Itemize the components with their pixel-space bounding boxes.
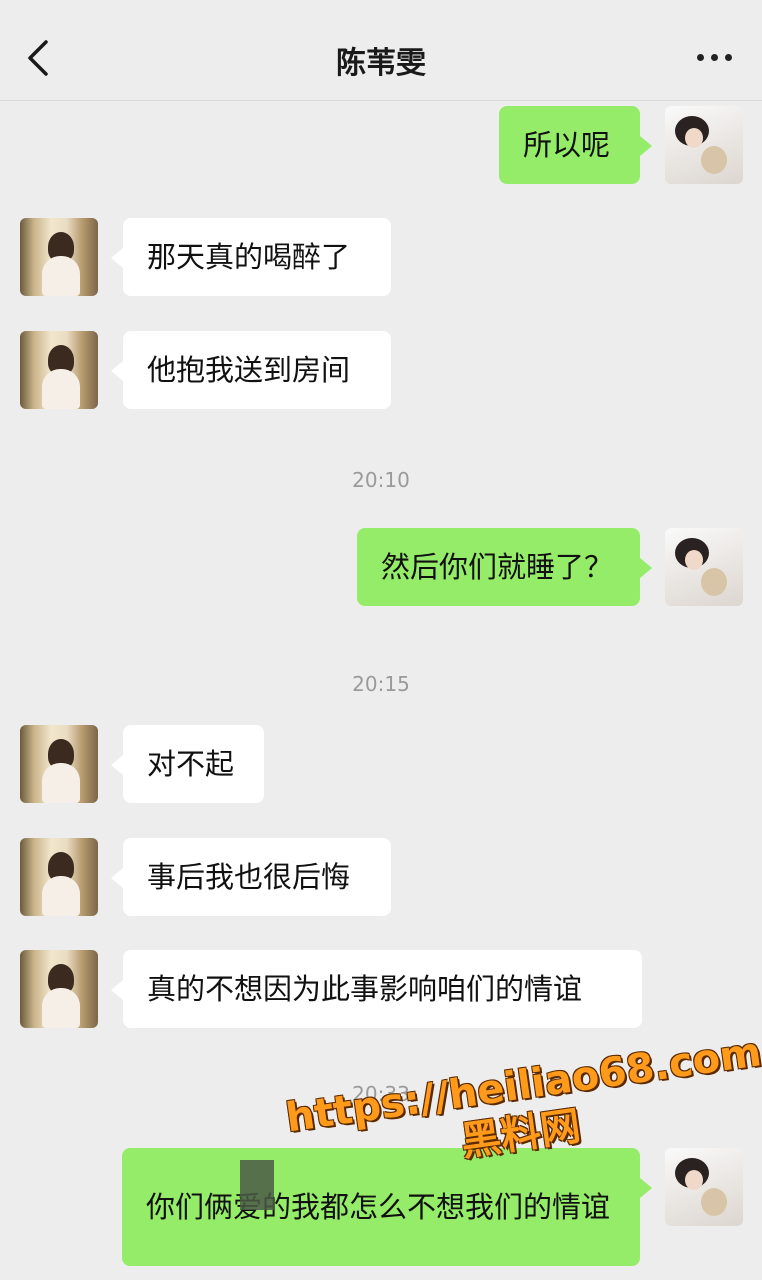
chat-title: 陈苇雯 xyxy=(336,46,426,81)
message-bubble-incoming[interactable]: 真的不想因为此事影响咱们的情谊 xyxy=(111,950,642,1028)
message-bubble-incoming[interactable]: 那天真的喝醉了 xyxy=(111,218,391,296)
more-options-icon[interactable] xyxy=(697,54,732,61)
my-avatar[interactable] xyxy=(665,528,743,606)
contact-avatar[interactable] xyxy=(20,725,98,803)
message-bubble-incoming[interactable]: 对不起 xyxy=(111,725,264,803)
contact-avatar[interactable] xyxy=(20,950,98,1028)
my-avatar[interactable] xyxy=(665,106,743,184)
message-bubble-outgoing[interactable]: 然后你们就睡了？ xyxy=(357,528,652,606)
timestamp: 20:10 xyxy=(352,468,410,492)
message-bubble-outgoing[interactable]: 所以呢 xyxy=(499,106,652,184)
contact-avatar[interactable] xyxy=(20,331,98,409)
censor-blur xyxy=(240,1160,274,1210)
message-bubble-incoming[interactable]: 他抱我送到房间 xyxy=(111,331,391,409)
contact-avatar[interactable] xyxy=(20,838,98,916)
watermark: https://heiliao68.com 黑料网 xyxy=(283,1029,762,1233)
timestamp: 20:15 xyxy=(352,672,410,696)
chat-header: 陈苇雯 xyxy=(0,0,762,101)
contact-avatar[interactable] xyxy=(20,218,98,296)
message-bubble-incoming[interactable]: 事后我也很后悔 xyxy=(111,838,391,916)
